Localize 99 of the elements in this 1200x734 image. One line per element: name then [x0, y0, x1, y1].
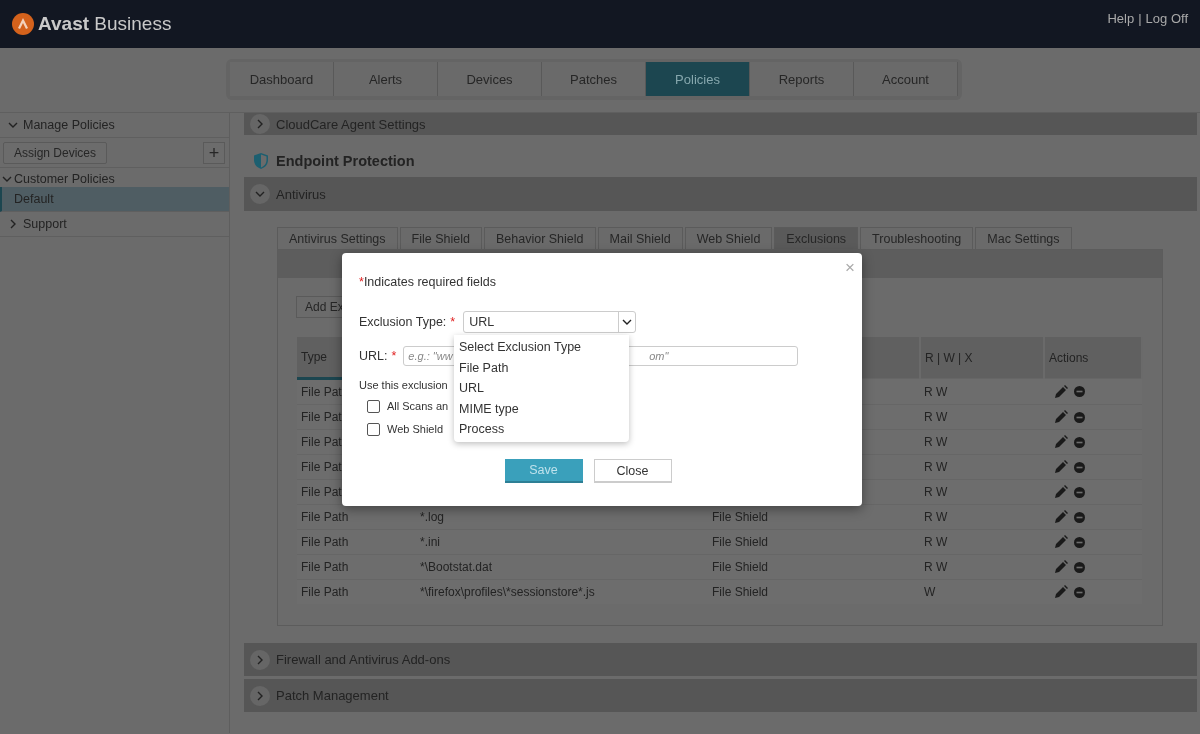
required-note: Indicates required fields — [363, 275, 496, 289]
table-cell: File Pat — [301, 410, 342, 424]
dropdown-option[interactable]: Process — [454, 419, 629, 440]
table-cell: File Path — [301, 585, 349, 599]
edit-icon[interactable] — [1054, 410, 1068, 424]
usage-label: Use this exclusion — [359, 379, 448, 391]
table-cell: File Shield — [712, 585, 769, 599]
sidebar-item[interactable]: Default — [0, 187, 229, 212]
table-cell: W — [924, 585, 936, 599]
table-cell: File Pat — [301, 385, 342, 399]
edit-icon[interactable] — [1054, 510, 1068, 524]
table-cell: R W — [924, 460, 948, 474]
checkbox-label: Web Shield — [387, 423, 444, 435]
table-cell: *\firefox\profiles\*sessionstore*.js — [420, 585, 595, 599]
remove-icon[interactable] — [1074, 436, 1085, 448]
chevron-icon — [2, 174, 12, 184]
edit-icon[interactable] — [1054, 585, 1068, 599]
separator: | — [1138, 11, 1142, 26]
table-cell: File Shield — [712, 560, 769, 574]
brand-name: Avast Business — [38, 13, 172, 35]
section-heading: Endpoint Protection — [276, 153, 415, 169]
table-cell: R W — [924, 384, 948, 399]
nav-tab[interactable]: Dashboard — [230, 62, 334, 96]
edit-icon[interactable] — [1054, 435, 1068, 449]
close-button[interactable]: Close — [593, 459, 672, 483]
remove-icon[interactable] — [1074, 461, 1085, 473]
chevron-icon — [255, 189, 265, 199]
nav-tab[interactable]: Reports — [750, 62, 854, 96]
edit-icon[interactable] — [1054, 460, 1068, 474]
chevron-icon — [8, 219, 18, 229]
chevron-icon — [622, 317, 633, 327]
edit-icon[interactable] — [1054, 384, 1068, 399]
checkbox[interactable] — [367, 422, 380, 436]
required-mark: * — [450, 315, 456, 329]
field-label: Exclusion Type: — [359, 315, 447, 329]
table-cell: R W — [924, 485, 948, 499]
checkbox-label: All Scans an — [387, 400, 449, 412]
edit-icon[interactable] — [1054, 535, 1068, 549]
help-link[interactable]: Help — [1107, 11, 1135, 26]
required-mark: * — [359, 275, 364, 289]
table-cell: R W — [924, 560, 948, 574]
chevron-icon — [8, 120, 18, 130]
tab[interactable]: Web Shield — [684, 227, 773, 249]
logo-icon — [12, 13, 34, 35]
table-cell: File Pat — [301, 460, 342, 474]
remove-icon[interactable] — [1074, 561, 1085, 573]
remove-icon[interactable] — [1074, 486, 1085, 498]
table-cell: *.log — [420, 510, 445, 524]
remove-icon[interactable] — [1074, 386, 1085, 397]
dropdown-option[interactable]: URL — [454, 378, 629, 399]
sidebar-group[interactable]: Support — [0, 212, 229, 237]
table-cell: File Shield — [712, 510, 769, 524]
nav-tab[interactable]: Alerts — [334, 62, 438, 96]
column-header: R | W | X — [920, 337, 1044, 379]
nav-tab[interactable]: Account — [854, 62, 958, 96]
nav-tab[interactable]: Devices — [438, 62, 542, 96]
tab[interactable]: Troubleshooting — [860, 227, 974, 249]
table-cell: File Path — [301, 535, 349, 549]
table-cell: *.ini — [420, 535, 440, 549]
table-cell: *\Bootstat.dat — [420, 560, 493, 574]
table-cell: File Shield — [712, 535, 769, 549]
sidebar-group[interactable]: Manage Policies — [0, 113, 229, 138]
table-cell: File Path — [301, 510, 349, 524]
table-cell: R W — [924, 435, 948, 449]
exclusion-type-select[interactable]: URL — [463, 311, 637, 333]
dropdown-option[interactable]: MIME type — [454, 398, 629, 419]
table-cell: File Pat — [301, 435, 342, 449]
table-cell: R W — [924, 410, 948, 424]
dropdown-option[interactable]: File Path — [454, 357, 629, 378]
assign-devices-button[interactable]: Assign Devices — [3, 142, 107, 164]
tab[interactable]: File Shield — [399, 227, 482, 249]
tab[interactable]: Behavior Shield — [483, 227, 596, 249]
checkbox[interactable] — [367, 399, 380, 413]
nav-tab[interactable]: Patches — [542, 62, 646, 96]
table-cell: R W — [924, 535, 948, 549]
nav-tab[interactable]: Policies — [646, 62, 750, 96]
shield-icon — [254, 153, 268, 169]
table-cell: R W — [924, 510, 948, 524]
edit-icon[interactable] — [1054, 560, 1068, 574]
table-cell: File Path — [301, 560, 349, 574]
dropdown-option[interactable]: Select Exclusion Type — [454, 337, 629, 358]
field-label: URL: — [359, 349, 388, 363]
remove-icon[interactable] — [1074, 411, 1085, 423]
remove-icon[interactable] — [1074, 511, 1085, 523]
chevron-icon — [255, 690, 265, 701]
chevron-icon — [255, 654, 265, 665]
remove-icon[interactable] — [1074, 536, 1085, 548]
required-mark: * — [391, 349, 397, 363]
tab[interactable]: Mac Settings — [975, 227, 1072, 249]
chevron-icon — [255, 119, 265, 129]
tab[interactable]: Mail Shield — [597, 227, 683, 249]
tab[interactable]: Antivirus Settings — [277, 227, 398, 249]
add-button[interactable]: + — [203, 142, 225, 164]
edit-icon[interactable] — [1054, 485, 1068, 499]
table-cell: File Pat — [301, 485, 342, 499]
column-header: Actions — [1044, 337, 1142, 379]
remove-icon[interactable] — [1074, 586, 1085, 598]
sidebar-group[interactable]: Customer Policies — [0, 171, 229, 187]
log-off-link[interactable]: Log Off — [1145, 11, 1188, 26]
